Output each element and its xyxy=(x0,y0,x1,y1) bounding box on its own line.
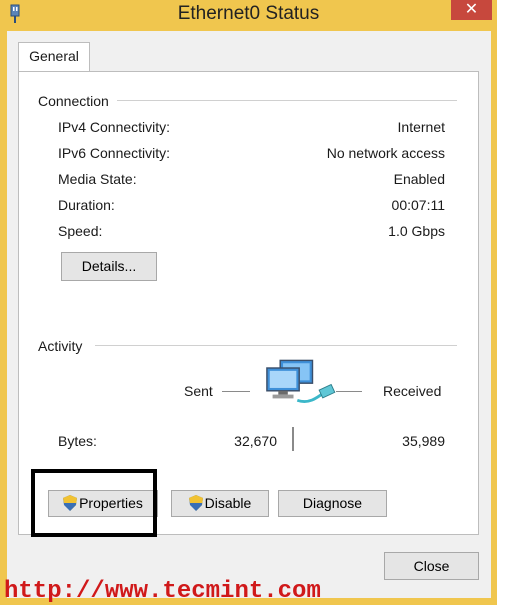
sent-line xyxy=(222,391,250,392)
general-panel: Connection IPv4 Connectivity: Internet I… xyxy=(18,71,479,535)
bytes-sent-value: 32,670 xyxy=(234,433,277,449)
received-label: Received xyxy=(383,383,442,399)
diagnose-button[interactable]: Diagnose xyxy=(278,490,387,517)
received-line xyxy=(336,391,362,392)
duration-value: 00:07:11 xyxy=(391,197,445,213)
disable-button-label: Disable xyxy=(204,495,252,511)
activity-divider xyxy=(95,345,457,346)
tab-general[interactable]: General xyxy=(18,42,90,72)
speed-value: 1.0 Gbps xyxy=(388,223,445,239)
highlight-box xyxy=(31,469,157,537)
bytes-label: Bytes: xyxy=(58,433,97,449)
close-button[interactable]: Close xyxy=(384,552,479,580)
duration-label: Duration: xyxy=(58,197,115,213)
ipv4-connectivity-label: IPv4 Connectivity: xyxy=(58,119,171,135)
speed-label: Speed: xyxy=(58,223,103,239)
ipv6-connectivity-value: No network access xyxy=(326,145,445,161)
bytes-separator xyxy=(292,427,294,451)
title-bar[interactable]: Ethernet0 Status ✕ xyxy=(0,0,497,30)
sent-label: Sent xyxy=(184,383,213,399)
activity-heading: Activity xyxy=(38,338,91,354)
uac-shield-icon xyxy=(188,495,203,511)
bytes-received-value: 35,989 xyxy=(402,433,445,449)
watermark: http://www.tecmint.com xyxy=(4,578,321,605)
page-margin xyxy=(497,0,505,613)
connection-heading: Connection xyxy=(38,93,117,109)
ipv4-connectivity-value: Internet xyxy=(397,119,445,135)
title-close-button[interactable]: ✕ xyxy=(451,0,492,20)
media-state-value: Enabled xyxy=(393,171,445,187)
window-title: Ethernet0 Status xyxy=(177,3,320,24)
disable-button[interactable]: Disable xyxy=(171,490,269,517)
network-computers-icon xyxy=(266,359,336,403)
media-state-label: Media State: xyxy=(58,171,137,187)
details-button[interactable]: Details... xyxy=(61,252,157,281)
ipv6-connectivity-label: IPv6 Connectivity: xyxy=(58,145,171,161)
connection-divider xyxy=(107,100,457,101)
